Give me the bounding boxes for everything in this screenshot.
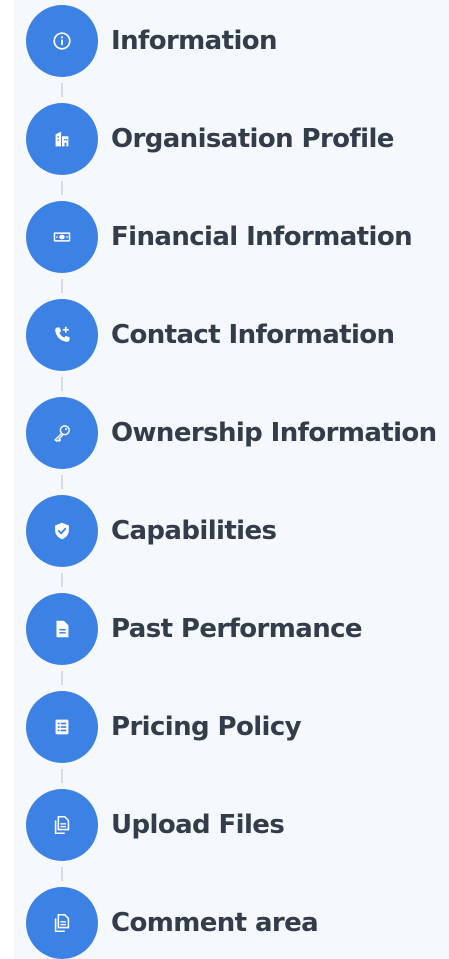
step-connector <box>61 475 63 489</box>
step-icon-circle <box>26 5 98 77</box>
step-capabilities[interactable]: Capabilities <box>26 495 449 567</box>
step-information[interactable]: Information <box>26 5 449 77</box>
step-connector <box>61 769 63 783</box>
building-icon <box>55 131 69 147</box>
step-comment-area[interactable]: Comment area <box>26 887 449 959</box>
list-icon <box>55 719 69 735</box>
step-icon-circle <box>26 887 98 959</box>
stepper-nav: Information Organisation Profile Financi… <box>0 0 449 959</box>
step-label: Financial Information <box>111 222 413 252</box>
files-icon <box>54 913 70 933</box>
step-connector <box>61 83 63 97</box>
step-connector <box>61 671 63 685</box>
step-ownership-information[interactable]: Ownership Information <box>26 397 449 469</box>
step-contact-information[interactable]: Contact Information <box>26 299 449 371</box>
step-icon-circle <box>26 495 98 567</box>
step-connector <box>61 377 63 391</box>
phone-plus-icon <box>55 326 70 342</box>
step-label: Capabilities <box>111 516 277 546</box>
step-past-performance[interactable]: Past Performance <box>26 593 449 665</box>
step-icon-circle <box>26 593 98 665</box>
step-icon-circle <box>26 299 98 371</box>
document-icon <box>56 620 69 638</box>
step-label: Ownership Information <box>111 418 437 448</box>
banknote-icon <box>53 232 71 242</box>
step-connector <box>61 867 63 881</box>
step-label: Organisation Profile <box>111 124 394 154</box>
step-connector <box>61 573 63 587</box>
step-label: Comment area <box>111 908 319 938</box>
step-icon-circle <box>26 397 98 469</box>
step-icon-circle <box>26 789 98 861</box>
step-label: Information <box>111 26 278 56</box>
step-connector <box>61 279 63 293</box>
step-financial-information[interactable]: Financial Information <box>26 201 449 273</box>
step-icon-circle <box>26 103 98 175</box>
step-connector <box>61 181 63 195</box>
step-icon-circle <box>26 691 98 763</box>
step-label: Pricing Policy <box>111 712 302 742</box>
step-organisation-profile[interactable]: Organisation Profile <box>26 103 449 175</box>
key-icon <box>54 425 70 442</box>
step-icon-circle <box>26 201 98 273</box>
info-icon <box>53 32 71 50</box>
step-label: Past Performance <box>111 614 363 644</box>
shield-check-icon <box>55 522 69 540</box>
step-label: Upload Files <box>111 810 285 840</box>
files-icon <box>54 815 70 835</box>
step-upload-files[interactable]: Upload Files <box>26 789 449 861</box>
step-label: Contact Information <box>111 320 395 350</box>
step-pricing-policy[interactable]: Pricing Policy <box>26 691 449 763</box>
